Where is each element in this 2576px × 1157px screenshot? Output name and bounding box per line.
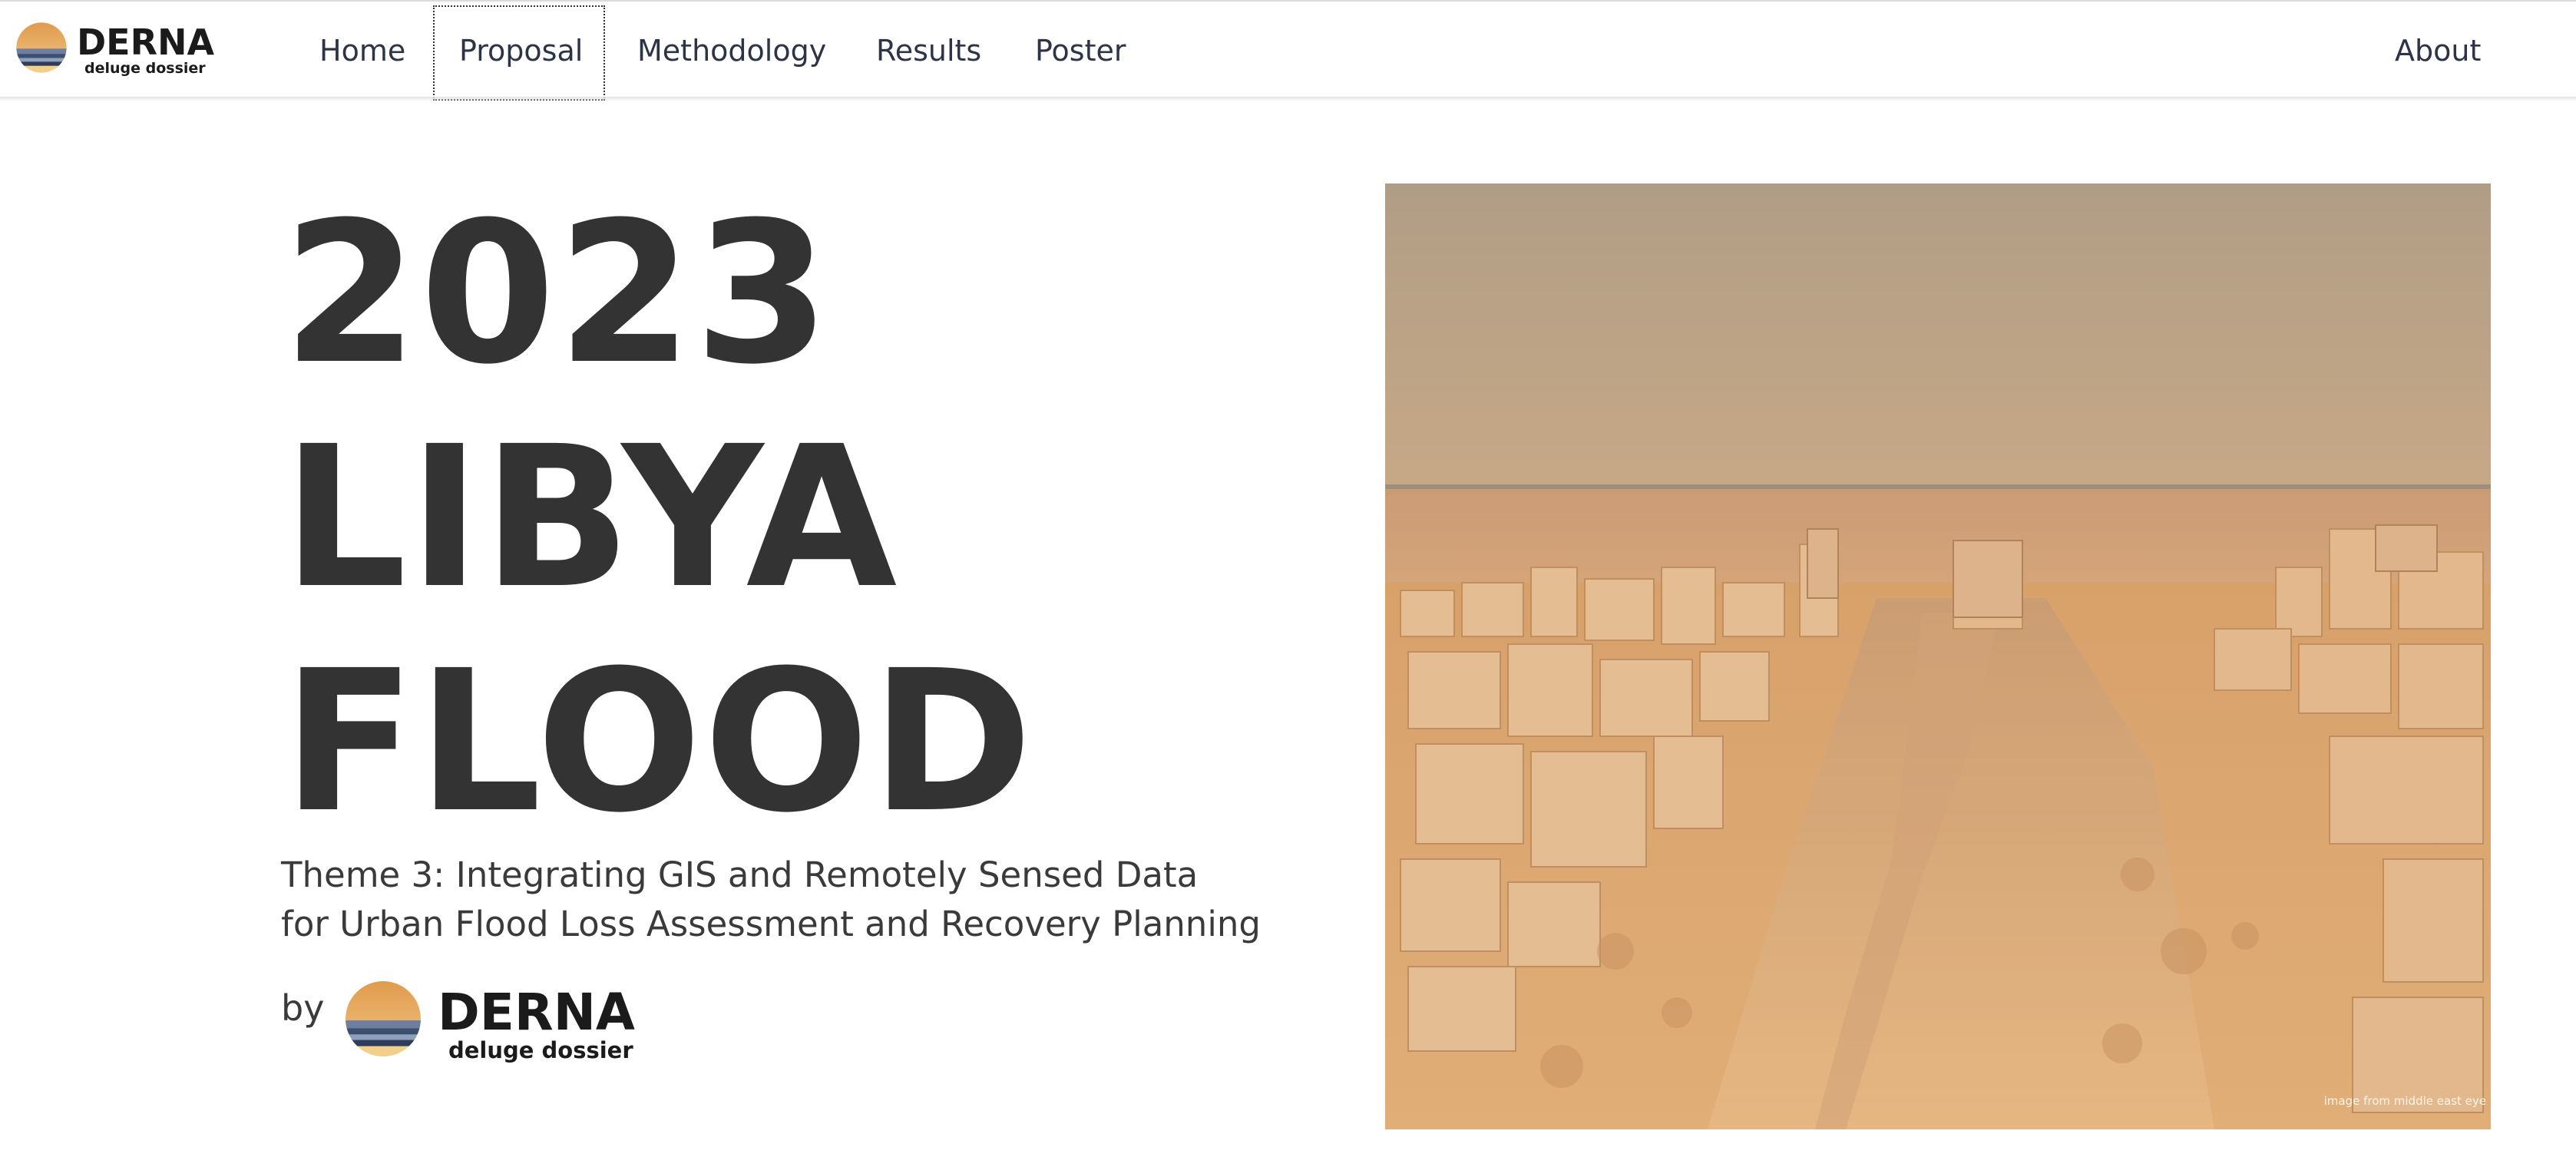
- hero-subtitle-line-1: Theme 3: Integrating GIS and Remotely Se…: [281, 855, 1199, 895]
- derna-logo-icon: [16, 22, 67, 73]
- flood-aerial-image: [1385, 183, 2491, 1129]
- top-navbar: DERNA deluge dossier Home Proposal Metho…: [0, 0, 2576, 101]
- byline-brand-title: DERNA: [438, 983, 636, 1042]
- navbar-shadow: [0, 97, 2576, 101]
- brand-subtitle: deluge dossier: [84, 60, 206, 77]
- hero-subtitle: Theme 3: Integrating GIS and Remotely Se…: [281, 851, 1261, 949]
- hero-title-line-event: FLOOD: [283, 628, 1034, 855]
- hero-title-line-year: 2023: [283, 180, 832, 407]
- derna-logo-icon: [346, 981, 421, 1056]
- nav-results-link[interactable]: Results: [876, 29, 981, 72]
- nav-proposal-link[interactable]: Proposal: [459, 29, 583, 72]
- hero-title: 2023 LIBYA FLOOD: [283, 181, 1034, 854]
- nav-poster-link[interactable]: Poster: [1035, 29, 1126, 72]
- nav-about-link[interactable]: About: [2395, 29, 2481, 72]
- hero-photo: image from middle east eye: [1385, 183, 2491, 1129]
- hero-title-line-country: LIBYA: [283, 404, 899, 631]
- by-label: by: [281, 987, 325, 1029]
- byline-brand-subtitle: deluge dossier: [448, 1037, 633, 1063]
- photo-credit: image from middle east eye: [2323, 1094, 2486, 1108]
- hero-subtitle-line-2: for Urban Flood Loss Assessment and Reco…: [281, 904, 1261, 944]
- nav-home-link[interactable]: Home: [319, 29, 405, 72]
- nav-methodology-link[interactable]: Methodology: [637, 29, 826, 72]
- brand-title: DERNA: [77, 21, 215, 63]
